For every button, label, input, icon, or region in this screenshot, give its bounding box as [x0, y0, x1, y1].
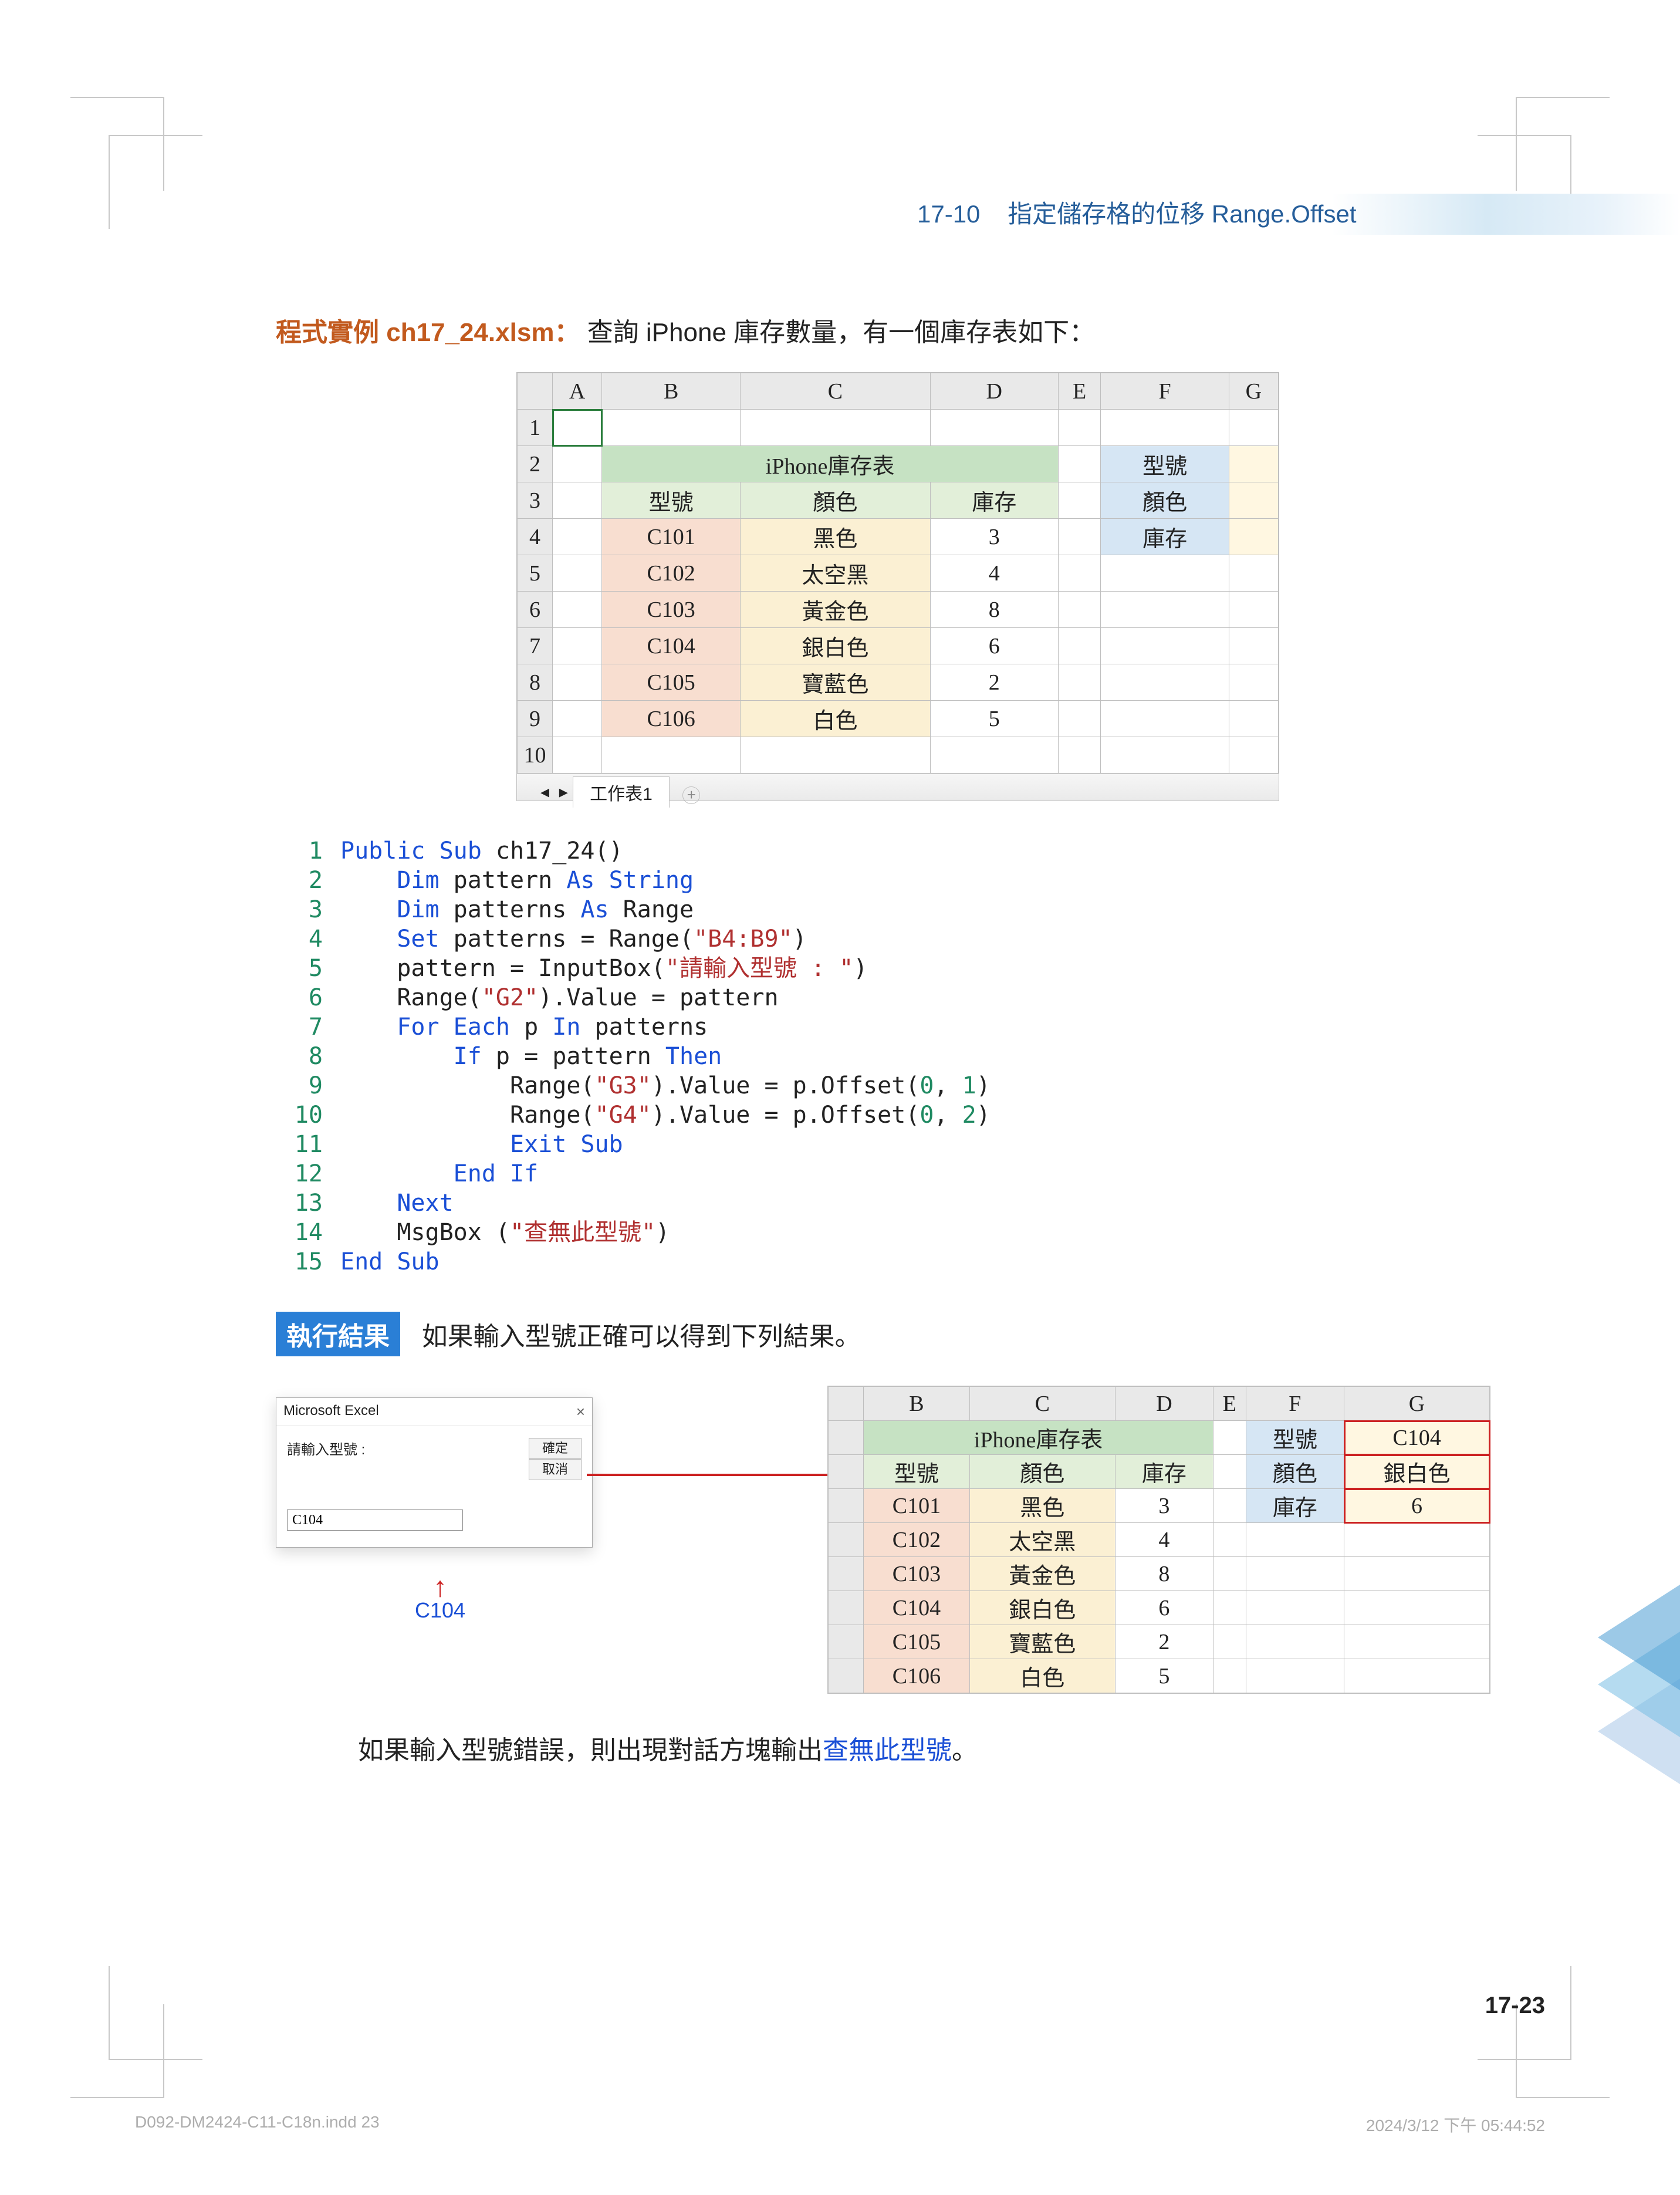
section-header: 17-10 指定儲存格的位移 Range.Offset: [905, 194, 1680, 235]
page: 17-10 指定儲存格的位移 Range.Offset 程式實例 ch17_24…: [0, 0, 1680, 2195]
inputbox-dialog: Microsoft Excel × 請輸入型號 : 確定 取消: [276, 1397, 593, 1548]
footer-left: D092-DM2424-C11-C18n.indd 23: [135, 2113, 380, 2136]
result-heading: 執行結果 如果輸入型號正確可以得到下列結果。: [276, 1312, 1520, 1356]
excel-grid: ABCDEFG12iPhone庫存表型號3型號顏色庫存顏色4C101黑色3庫存5…: [517, 373, 1279, 774]
cancel-button[interactable]: 取消: [529, 1459, 582, 1480]
dialog-caption: C104: [276, 1598, 604, 1623]
arrow-up-icon: ↑: [276, 1577, 604, 1598]
result-badge: 執行結果: [276, 1312, 400, 1356]
code-listing: 1Public Sub ch17_24() 2 Dim pattern As S…: [276, 836, 1520, 1277]
section-title: 指定儲存格的位移 Range.Offset: [1008, 200, 1356, 228]
result-row: Microsoft Excel × 請輸入型號 : 確定 取消: [276, 1386, 1520, 1694]
excel-grid-2: BCDEFGiPhone庫存表型號C104型號顏色庫存顏色銀白色C101黑色3庫…: [828, 1386, 1490, 1693]
error-note: 如果輸入型號錯誤，則出現對話方塊輸出查無此型號。: [358, 1729, 1520, 1767]
page-number: 17-23: [1485, 1993, 1545, 2019]
intro: 程式實例 ch17_24.xlsm： 查詢 iPhone 庫存數量，有一個庫存表…: [276, 311, 1520, 349]
example-file: 程式實例 ch17_24.xlsm：: [276, 318, 580, 347]
crop-mark: [109, 135, 202, 229]
dialog-label: 請輸入型號 :: [287, 1438, 524, 1458]
result-desc: 如果輸入型號正確可以得到下列結果。: [422, 1322, 861, 1351]
crop-mark: [109, 1966, 202, 2060]
error-link: 查無此型號: [823, 1736, 952, 1765]
footer: D092-DM2424-C11-C18n.indd 23 2024/3/12 下…: [135, 2113, 1545, 2136]
add-sheet-icon[interactable]: +: [682, 786, 700, 804]
ok-button[interactable]: 確定: [529, 1438, 582, 1459]
excel-screenshot-2: BCDEFGiPhone庫存表型號C104型號顏色庫存顏色銀白色C101黑色3庫…: [827, 1386, 1490, 1694]
sheet-tab[interactable]: 工作表1: [573, 776, 670, 808]
section-number: 17-10: [917, 200, 980, 228]
dialog-input[interactable]: [287, 1510, 463, 1531]
sheet-tabs: ◂ ▸ 工作表1 +: [517, 774, 1279, 801]
dialog-title: Microsoft Excel: [283, 1403, 379, 1421]
footer-right: 2024/3/12 下午 05:44:52: [1366, 2113, 1545, 2136]
close-icon[interactable]: ×: [576, 1403, 585, 1421]
excel-screenshot-1: ABCDEFG12iPhone庫存表型號3型號顏色庫存顏色4C101黑色3庫存5…: [516, 372, 1279, 801]
intro-text: 查詢 iPhone 庫存數量，有一個庫存表如下：: [587, 318, 1095, 347]
